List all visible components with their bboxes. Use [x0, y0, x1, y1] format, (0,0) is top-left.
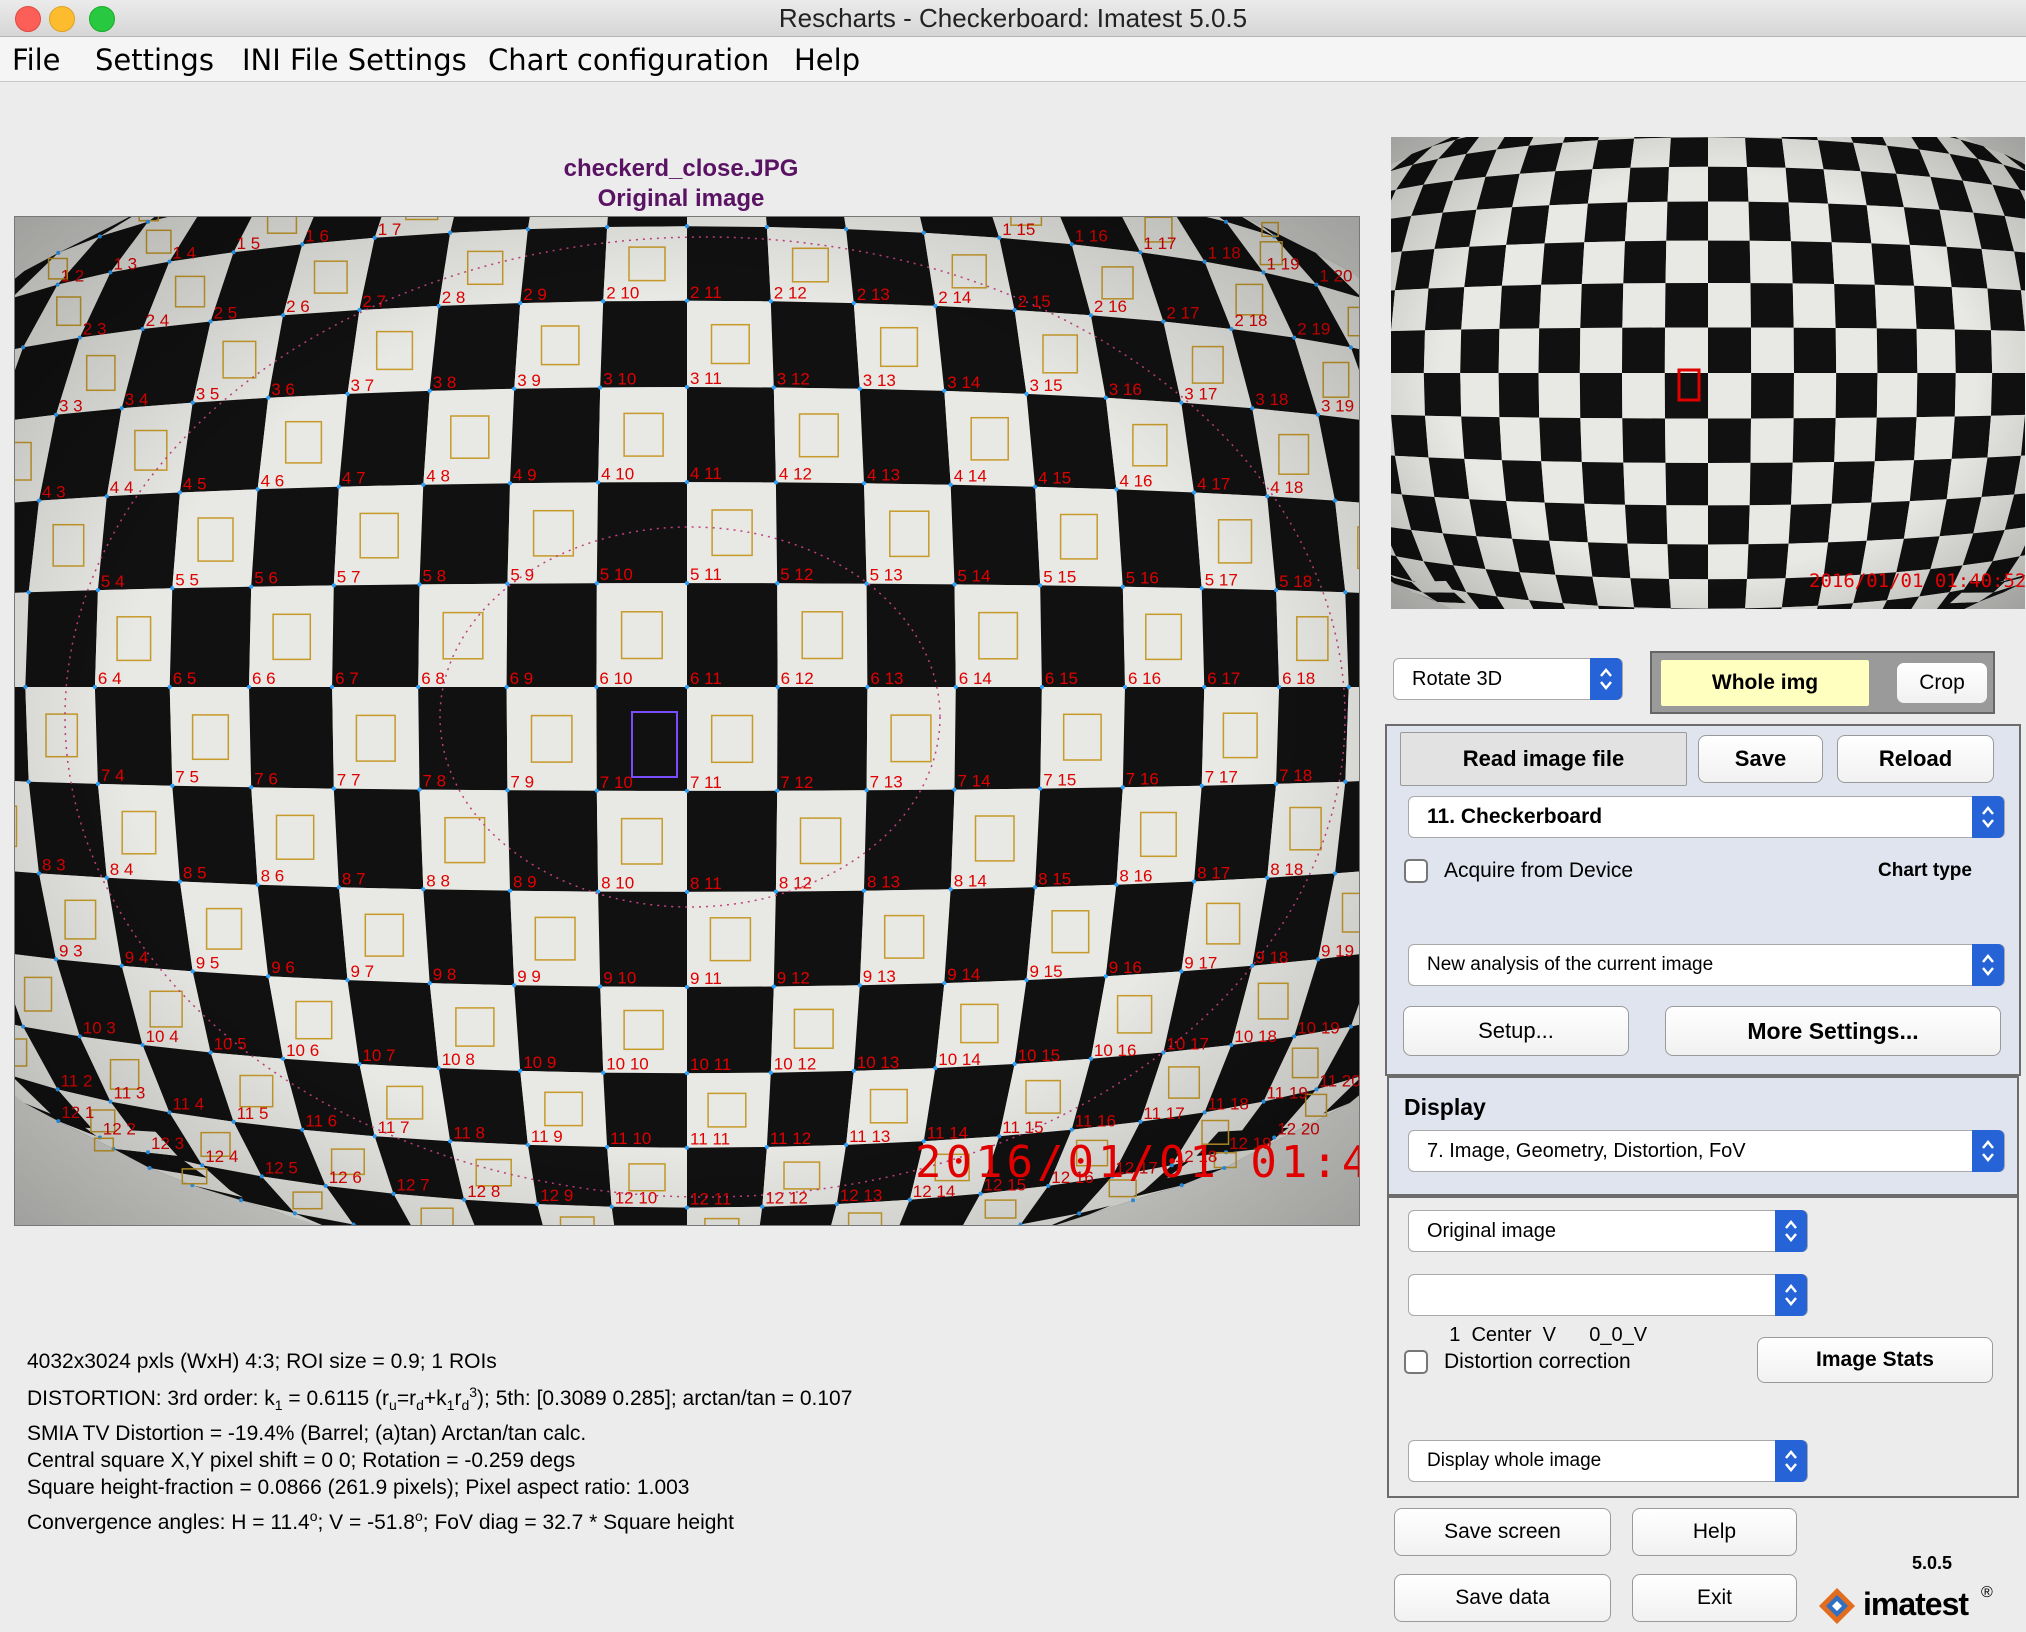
checkerboard-image: 1 21 31 41 51 61 71 151 161 171 181 191 … [15, 217, 1359, 1225]
analysis-mode-select[interactable]: New analysis of the current image [1408, 944, 2005, 986]
menu-settings[interactable]: Settings [95, 43, 214, 77]
read-image-file-button[interactable]: Read image file [1400, 732, 1687, 786]
imatest-logo-icon [1819, 1588, 1855, 1624]
image-stats-button[interactable]: Image Stats [1757, 1337, 1993, 1383]
rotate-select[interactable]: Rotate 3D [1393, 658, 1623, 700]
chevron-updown-icon [1775, 1210, 1807, 1252]
options-panel: Original image 1 Center V 0_0_V Distorti… [1387, 1196, 2019, 1498]
image-type-select[interactable]: Original image [1408, 1210, 1808, 1252]
display-panel: Display 7. Image, Geometry, Distortion, … [1387, 1076, 2019, 1196]
display-label: Display [1404, 1094, 1486, 1120]
save-button[interactable]: Save [1698, 735, 1823, 783]
thumbnail-view[interactable]: 2016/01/01 01:40:52 [1391, 137, 2025, 609]
distortion-correction-label: Distortion correction [1444, 1350, 1631, 1373]
menu-chart-configuration[interactable]: Chart configuration [488, 43, 769, 77]
title-bar: Rescharts - Checkerboard: Imatest 5.0.5 [0, 0, 2026, 37]
more-settings-button[interactable]: More Settings... [1665, 1006, 2001, 1056]
result-center-shift: Central square X,Y pixel shift = 0 0; Ro… [27, 1449, 576, 1472]
save-data-button[interactable]: Save data [1394, 1574, 1611, 1622]
acquire-from-device-checkbox[interactable] [1404, 859, 1428, 883]
save-screen-button[interactable]: Save screen [1394, 1508, 1611, 1556]
version-label: 5.0.5 [1912, 1553, 1953, 1573]
acquire-from-device-label: Acquire from Device [1444, 859, 1634, 882]
chevron-updown-icon [1972, 796, 2004, 838]
timestamp-overlay: 2016/01/01 01:40:52 [915, 1137, 1359, 1188]
menu-ini-file-settings[interactable]: INI File Settings [242, 43, 467, 77]
result-convergence: Convergence angles: H = 11.4o; V = -51.8… [27, 1508, 734, 1534]
chart-type-label: Chart type [1878, 860, 1972, 881]
setup-button[interactable]: Setup... [1403, 1006, 1629, 1056]
menu-bar: File Settings INI File Settings Chart co… [0, 37, 2026, 82]
chevron-updown-icon [1972, 944, 2004, 986]
crop-button[interactable]: Crop [1896, 662, 1988, 704]
roi-select[interactable]: 1 Center V 0_0_V [1408, 1274, 1808, 1346]
exit-button[interactable]: Exit [1632, 1574, 1797, 1622]
menu-help[interactable]: Help [794, 43, 860, 77]
image-filename: checkerd_close.JPG [563, 155, 799, 182]
reload-button[interactable]: Reload [1837, 735, 1994, 783]
chevron-updown-icon [1590, 658, 1622, 700]
result-smia-tv: SMIA TV Distortion = -19.4% (Barrel; (a)… [27, 1422, 587, 1445]
view-mode-group: Whole img Crop [1650, 651, 1995, 714]
display-mode-select[interactable]: 7. Image, Geometry, Distortion, FoV [1408, 1130, 2005, 1172]
image-subtitle: Original image [597, 185, 765, 212]
thumbnail-timestamp: 2016/01/01 01:40:52 [1809, 570, 2025, 592]
result-image-size: 4032x3024 pxls (WxH) 4:3; ROI size = 0.9… [27, 1350, 497, 1373]
menu-file[interactable]: File [12, 43, 61, 77]
imatest-logo: imatest ® [1815, 1584, 2015, 1628]
display-whole-select[interactable]: Display whole image [1408, 1440, 1808, 1482]
thumbnail-image: 2016/01/01 01:40:52 [1391, 137, 2025, 609]
chevron-updown-icon [1972, 1130, 2004, 1172]
distortion-correction-checkbox[interactable] [1404, 1350, 1428, 1374]
result-distortion: DISTORTION: 3rd order: k1 = 0.6115 (ru=r… [27, 1384, 853, 1414]
chart-select[interactable]: 11. Checkerboard [1408, 796, 2005, 838]
chevron-updown-icon [1775, 1274, 1807, 1316]
analysis-panel: Read image file Save Reload 11. Checkerb… [1385, 724, 2021, 1076]
help-button[interactable]: Help [1632, 1508, 1797, 1556]
window-title: Rescharts - Checkerboard: Imatest 5.0.5 [778, 3, 1248, 33]
chevron-updown-icon [1775, 1440, 1807, 1482]
whole-img-button[interactable]: Whole img [1660, 659, 1870, 707]
result-square-height: Square height-fraction = 0.0866 (261.9 p… [27, 1476, 690, 1499]
main-image-view[interactable]: 1 21 31 41 51 61 71 151 161 171 181 191 … [14, 216, 1360, 1226]
